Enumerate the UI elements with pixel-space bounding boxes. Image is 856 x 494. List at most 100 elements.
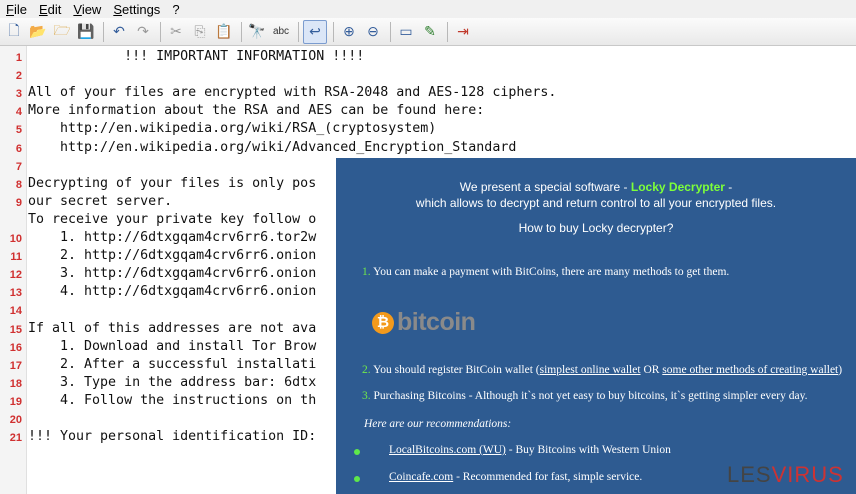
recommendations-heading: Here are our recommendations: [364, 418, 512, 430]
toolbar-separator [447, 21, 448, 42]
code-line: To receive your private key follow o [28, 211, 317, 227]
intro-text: We present a special software - [459, 180, 631, 194]
zoom-out-icon[interactable]: ⊖ [362, 21, 384, 43]
bullet-icon [354, 449, 360, 455]
coincafe-link[interactable]: Coincafe.com [389, 471, 453, 483]
step-1-number: 1. [362, 266, 371, 278]
toolbar-separator [241, 21, 242, 42]
bitcoin-coin-icon: ₿ [372, 311, 394, 334]
intro-line1: We present a special software - Locky De… [336, 180, 856, 194]
code-line: More information about the RSA and AES c… [28, 103, 485, 119]
code-line: All of your files are encrypted with RSA… [28, 85, 557, 101]
intro-dash: - [724, 180, 733, 194]
product-name: Locky Decrypter [630, 180, 725, 194]
step-2-or: OR [640, 364, 663, 376]
line-number: 12 [9, 269, 22, 282]
toolbar: 🗋 📂 🗁 💾 ↶ ↷ ✂ ⎘ 📋 🔭 abc ↩ ⊕ ⊖ ▭ ✎ ⇥ [0, 18, 856, 46]
menu-file[interactable]: File [0, 2, 33, 17]
line-number: 5 [15, 124, 22, 137]
recommendation-1-text: - Buy Bitcoins with Western Union [505, 444, 671, 456]
code-line: 2. http://6dtxgqam4crv6rr6.onion [28, 248, 317, 264]
open-folder-icon[interactable]: 📂 [27, 21, 49, 43]
step-3-text: Purchasing Bitcoins - Although it`s not … [373, 390, 808, 402]
open-file-icon[interactable]: 🗁 [51, 21, 73, 43]
line-number: 16 [9, 341, 22, 354]
step-3-number: 3. [362, 390, 371, 402]
cut-icon[interactable]: ✂ [165, 21, 187, 43]
line-number: 18 [9, 377, 22, 390]
watermark-logo: LESVIRUS [727, 462, 844, 488]
edit-icon[interactable]: ✎ [419, 21, 441, 43]
new-file-icon[interactable]: 🗋 [3, 21, 25, 43]
menu-help[interactable]: ? [166, 2, 185, 17]
step-1: 1. You can make a payment with BitCoins,… [362, 266, 729, 278]
recommendation-1: LocalBitcoins.com (WU) - Buy Bitcoins wi… [389, 444, 671, 456]
save-icon[interactable]: 💾 [75, 21, 97, 43]
line-number: 20 [9, 414, 22, 426]
spellcheck-icon[interactable]: abc [270, 21, 292, 43]
window-icon[interactable]: ▭ [395, 21, 417, 43]
line-number: 15 [9, 323, 22, 336]
step-2-number: 2. [362, 364, 371, 376]
line-number: 8 [15, 178, 22, 191]
menu-view[interactable]: View [67, 2, 107, 17]
code-line: If all of this addresses are not ava [28, 320, 317, 336]
menu-bar: File Edit View Settings ? [0, 0, 856, 18]
line-number: 2 [15, 70, 22, 83]
toolbar-separator [333, 21, 334, 42]
line-number: 6 [15, 142, 22, 155]
toolbar-separator [103, 21, 104, 42]
line-number: 10 [9, 233, 22, 245]
line-number: 4 [15, 106, 22, 119]
menu-edit[interactable]: Edit [33, 2, 67, 17]
code-line: 4. http://6dtxgqam4crv6rr6.onion [28, 284, 317, 300]
ransom-popup: We present a special software - Locky De… [336, 158, 856, 494]
paste-icon[interactable]: 📋 [213, 21, 235, 43]
run-icon[interactable]: ⇥ [452, 21, 474, 43]
line-number: 14 [9, 305, 22, 318]
line-number: 9 [15, 196, 22, 209]
code-line: 1. http://6dtxgqam4crv6rr6.tor2w [28, 230, 317, 245]
code-line: !!! IMPORTANT INFORMATION !!!! [28, 49, 365, 64]
bitcoin-logo: ₿ bitcoin [372, 308, 476, 337]
intro-line2: which allows to decrypt and return contr… [415, 196, 777, 210]
undo-icon[interactable]: ↶ [108, 21, 130, 43]
find-icon[interactable]: 🔭 [246, 21, 268, 43]
zoom-in-icon[interactable]: ⊕ [338, 21, 360, 43]
menu-settings[interactable]: Settings [107, 2, 166, 17]
localbitcoins-link[interactable]: LocalBitcoins.com (WU) [389, 444, 506, 456]
line-number: 21 [9, 432, 22, 445]
code-line: Decrypting of your files is only pos [28, 175, 317, 191]
step-1-text: You can make a payment with BitCoins, th… [373, 266, 730, 278]
line-number: 19 [9, 395, 22, 408]
line-number: 11 [10, 251, 22, 264]
toolbar-separator [298, 21, 299, 42]
line-number: 1 [15, 52, 22, 64]
line-number: 13 [9, 287, 22, 300]
recommendation-2: Coincafe.com - Recommended for fast, sim… [389, 471, 642, 483]
redo-icon[interactable]: ↷ [132, 21, 154, 43]
code-line: 3. Type in the address bar: 6dtx [28, 374, 317, 390]
code-line: http://en.wikipedia.org/wiki/Advanced_En… [28, 139, 517, 155]
code-line: 2. After a successful installati [28, 356, 317, 372]
toolbar-separator [160, 21, 161, 42]
code-line: 4. Follow the instructions on th [28, 392, 317, 408]
copy-icon[interactable]: ⎘ [189, 21, 211, 43]
recommendation-2-text: - Recommended for fast, simple service. [453, 471, 643, 483]
step-2-text: You should register BitCoin wallet ( [373, 364, 540, 376]
step-3: 3. Purchasing Bitcoins - Although it`s n… [362, 390, 807, 402]
code-line: our secret server. [28, 193, 173, 209]
other-wallet-methods-link[interactable]: some other methods of creating wallet [662, 364, 838, 376]
code-line: !!! Your personal identification ID: [28, 429, 317, 445]
bitcoin-wordmark: bitcoin [397, 308, 476, 336]
line-number: 17 [9, 359, 22, 372]
watermark-part-2: VIRUS [771, 462, 844, 487]
toolbar-separator [390, 21, 391, 42]
simplest-wallet-link[interactable]: simplest online wallet [540, 364, 641, 376]
bullet-icon [354, 476, 360, 482]
step-2-close: ) [838, 364, 843, 376]
step-2: 2. You should register BitCoin wallet (s… [362, 364, 842, 376]
watermark-part-1: LES [727, 462, 772, 487]
code-line: 3. http://6dtxgqam4crv6rr6.onion [28, 266, 317, 282]
wordwrap-icon[interactable]: ↩ [303, 19, 327, 44]
